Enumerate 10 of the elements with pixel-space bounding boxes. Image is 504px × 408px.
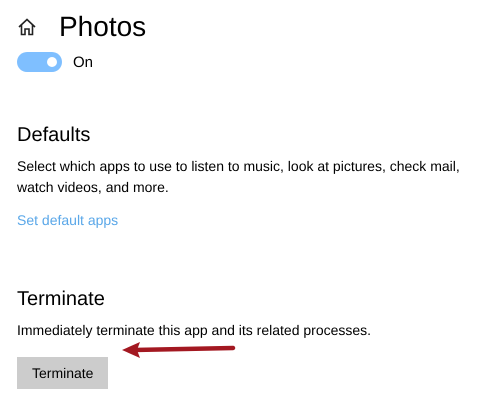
section-description: Select which apps to use to listen to music, look at pictures, check mail, watch videos, and more.	[17, 157, 461, 197]
toggle-label: On	[73, 54, 94, 70]
arrow-icon	[122, 342, 236, 358]
toggle-switch[interactable]	[17, 52, 62, 72]
section-description: Immediately terminate this app and its related processes.	[17, 321, 372, 340]
terminate-button[interactable]: Terminate	[17, 357, 108, 389]
section-heading: Defaults	[17, 123, 90, 148]
home-icon[interactable]	[17, 18, 37, 36]
page-title: Photos	[59, 10, 146, 44]
section-heading: Terminate	[17, 287, 105, 312]
